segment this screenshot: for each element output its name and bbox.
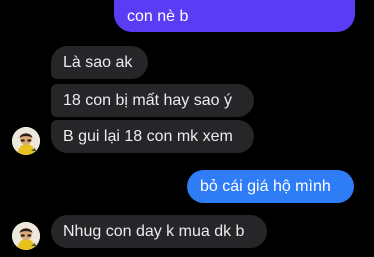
message-bubble-incoming[interactable]: 18 con bị mất hay sao ý <box>51 84 254 117</box>
contact-avatar[interactable] <box>12 127 40 155</box>
message-bubble-outgoing[interactable]: con nè b <box>114 0 355 32</box>
message-text: Là sao ak <box>63 54 133 71</box>
contact-avatar-image <box>12 222 40 250</box>
message-bubble-incoming[interactable]: B gui lại 18 con mk xem <box>51 120 254 153</box>
message-bubble-outgoing[interactable]: bỏ cái giá hộ mình <box>187 170 354 203</box>
contact-avatar[interactable] <box>12 222 40 250</box>
message-text: 18 con bị mất hay sao ý <box>63 92 232 109</box>
contact-avatar-image <box>12 127 40 155</box>
message-text: B gui lại 18 con mk xem <box>63 128 233 145</box>
message-text: con nè b <box>127 8 189 25</box>
message-text: bỏ cái giá hộ mình <box>200 178 331 195</box>
message-bubble-incoming[interactable]: Nhug con day k mua dk b <box>51 215 267 248</box>
message-bubble-incoming[interactable]: Là sao ak <box>51 46 148 79</box>
chat-thread[interactable]: con nè b Là sao ak 18 con bị mất hay sao… <box>0 0 374 257</box>
message-text: Nhug con day k mua dk b <box>63 223 245 240</box>
